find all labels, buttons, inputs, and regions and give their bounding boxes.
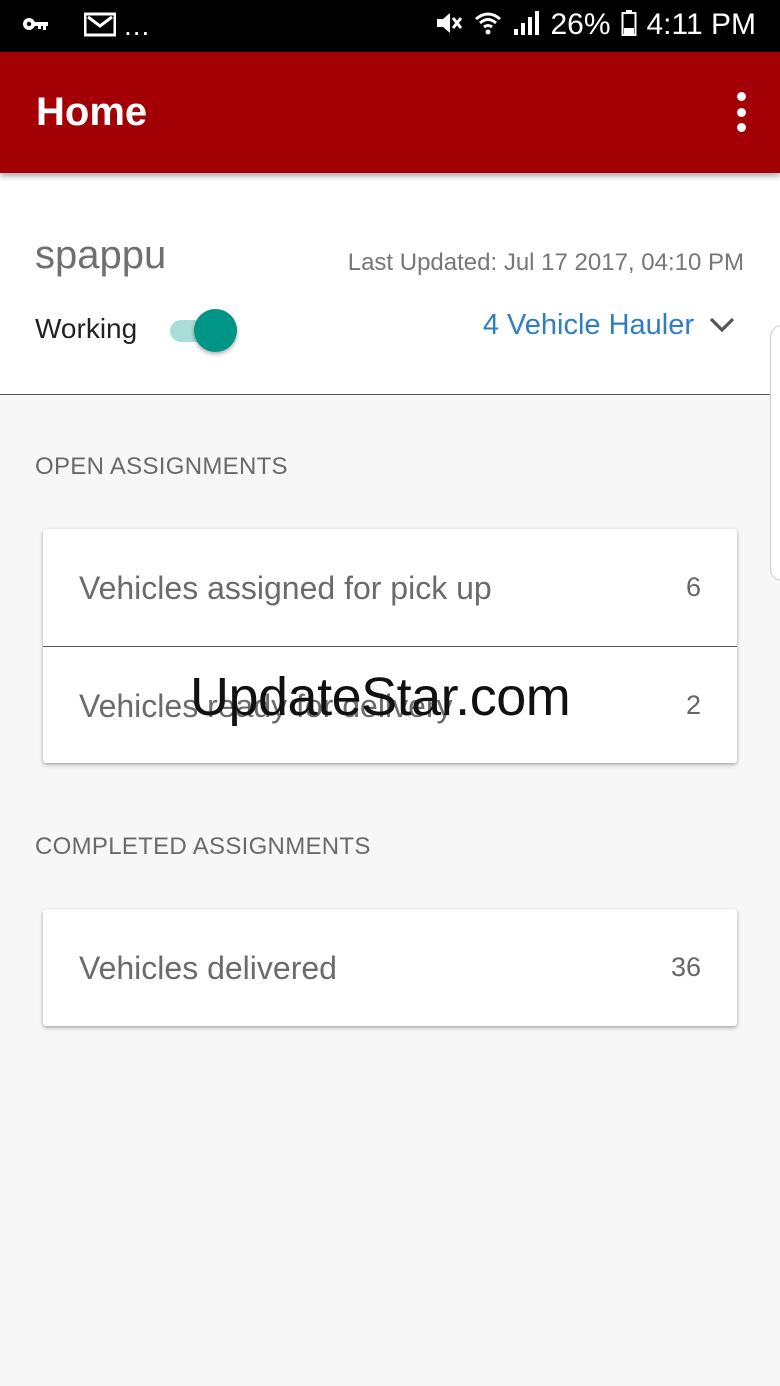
- key-icon: [22, 14, 50, 39]
- last-updated: Last Updated: Jul 17 2017, 04:10 PM: [347, 249, 744, 276]
- battery-percent: 26%: [550, 8, 611, 41]
- username: spappu: [35, 233, 167, 277]
- vehicle-type-dropdown[interactable]: 4 Vehicle Hauler: [483, 309, 736, 342]
- list-item-count: 36: [670, 952, 701, 982]
- watermark: UpdateStar.com: [190, 667, 571, 727]
- completed-assignments-heading: COMPLETED ASSIGNMENTS: [35, 833, 371, 860]
- working-toggle[interactable]: [168, 307, 240, 353]
- list-item-label: Vehicles assigned for pick up: [79, 570, 492, 606]
- status-bar: ... 26% 4:11 PM: [0, 0, 780, 52]
- page-title: Home: [36, 90, 148, 134]
- chevron-down-icon: [708, 309, 736, 342]
- gmail-icon: [83, 11, 117, 42]
- vehicle-type-value: 4 Vehicle Hauler: [482, 309, 694, 341]
- open-assignments-heading: OPEN ASSIGNMENTS: [35, 453, 288, 480]
- more-notifications-indicator: ...: [124, 10, 151, 41]
- list-item-count: 6: [685, 572, 701, 602]
- app-bar: Home: [0, 52, 780, 173]
- overflow-menu-icon[interactable]: [732, 92, 750, 132]
- list-item-label: Vehicles delivered: [79, 950, 337, 986]
- completed-assignments-card: Vehicles delivered 36: [43, 909, 737, 1026]
- working-label: Working: [35, 313, 138, 344]
- edge-panel-handle[interactable]: [770, 325, 780, 581]
- wifi-icon: [474, 9, 502, 42]
- list-item[interactable]: Vehicles assigned for pick up 6: [43, 529, 737, 646]
- mute-icon: [434, 9, 464, 42]
- clock: 4:11 PM: [646, 8, 757, 41]
- list-item-count: 2: [685, 690, 701, 720]
- battery-icon: [621, 9, 637, 42]
- driver-header: spappu Last Updated: Jul 17 2017, 04:10 …: [0, 173, 780, 395]
- signal-icon: [512, 9, 540, 42]
- list-item[interactable]: Vehicles delivered 36: [43, 909, 737, 1026]
